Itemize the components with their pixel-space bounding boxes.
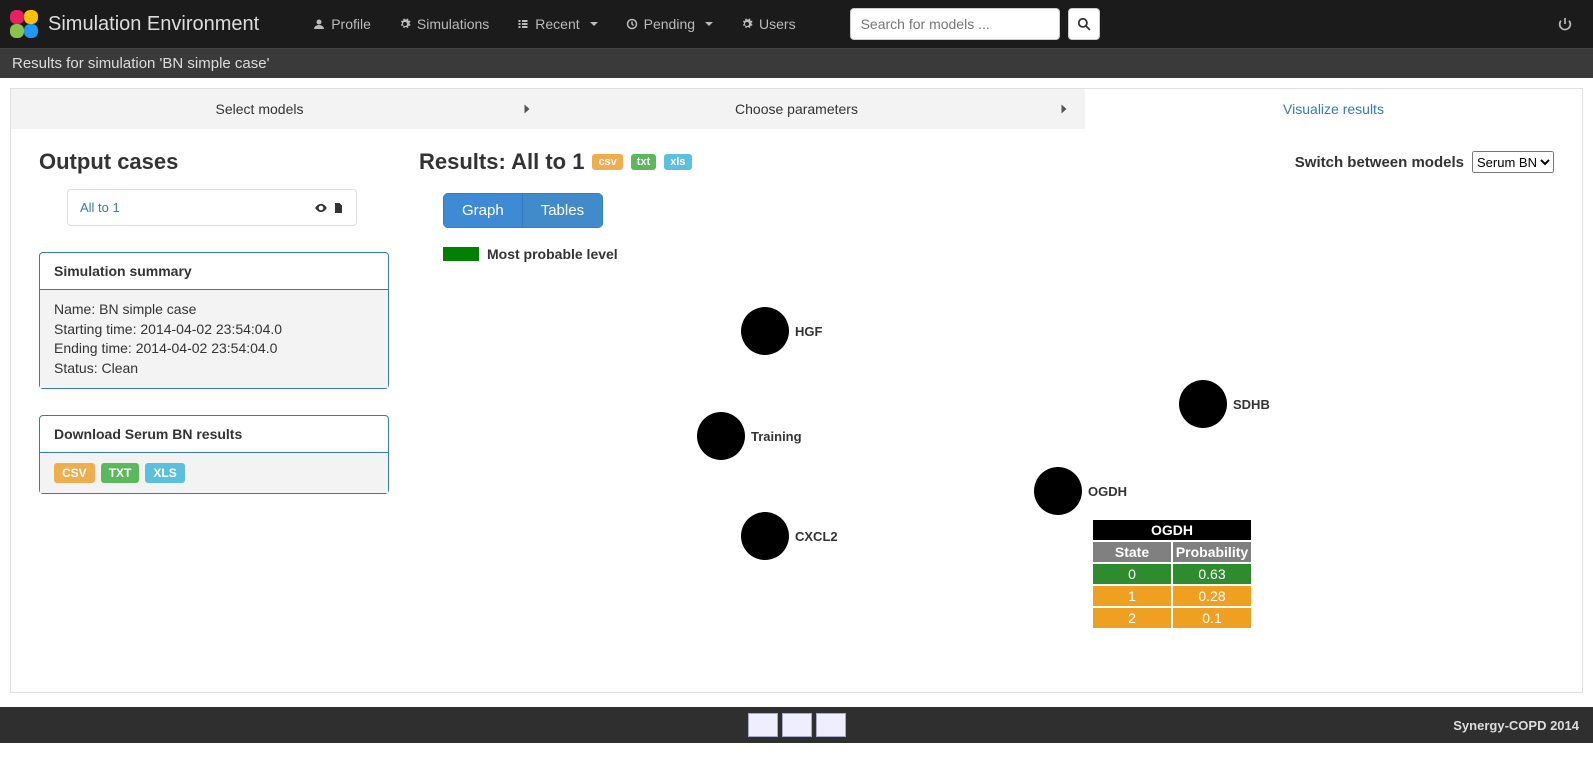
- search-icon: [1077, 17, 1091, 31]
- nav-simulations[interactable]: Simulations: [385, 2, 503, 46]
- brand-title: Simulation Environment: [48, 13, 259, 36]
- results-xls-badge[interactable]: xls: [664, 154, 691, 170]
- output-case-link[interactable]: All to 1: [80, 200, 120, 215]
- file-icon[interactable]: [332, 201, 344, 215]
- node-circle: [741, 307, 789, 355]
- summary-start: Starting time: 2014-04-02 23:54:04.0: [54, 320, 374, 340]
- prob-col-state: State: [1092, 541, 1172, 563]
- nav-links: Profile Simulations Recent Pending Users: [299, 2, 809, 46]
- summary-end: Ending time: 2014-04-02 23:54:04.0: [54, 339, 374, 359]
- switch-label: Switch between models: [1295, 154, 1464, 171]
- footer-text: Synergy-COPD 2014: [1453, 718, 1579, 733]
- nav-pending[interactable]: Pending: [612, 2, 727, 46]
- graph-edges: [419, 272, 719, 422]
- gear-icon: [399, 18, 411, 30]
- fp7-badge-icon: [782, 713, 812, 737]
- tab-tables[interactable]: Tables: [523, 193, 603, 228]
- subheader: Results for simulation 'BN simple case': [0, 48, 1593, 78]
- node-training[interactable]: Training: [697, 412, 802, 460]
- download-xls-button[interactable]: XLS: [145, 463, 184, 483]
- download-csv-button[interactable]: CSV: [54, 463, 95, 483]
- caret-down-icon: [590, 22, 598, 26]
- node-circle: [741, 512, 789, 560]
- wizard-step-visualize-results[interactable]: Visualize results: [1085, 89, 1582, 129]
- app-logo: [10, 10, 38, 38]
- node-label: OGDH: [1088, 484, 1127, 499]
- probability-table: OGDH State Probability 00.6310.2820.1: [1091, 518, 1253, 630]
- summary-status: Status: Clean: [54, 359, 374, 379]
- model-select[interactable]: Serum BN: [1472, 151, 1554, 173]
- nav-users-label: Users: [759, 16, 796, 32]
- power-button[interactable]: [1547, 6, 1583, 42]
- chevron-right-icon: [508, 89, 548, 129]
- node-cxcl2[interactable]: CXCL2: [741, 512, 838, 560]
- results-title: Results: All to 1 csv txt xls: [419, 149, 692, 175]
- prob-table-body: 00.6310.2820.1: [1092, 563, 1252, 629]
- node-label: HGF: [795, 324, 822, 339]
- node-circle: [1034, 467, 1082, 515]
- prob-col-prob: Probability: [1172, 541, 1252, 563]
- footer: Synergy-COPD 2014: [0, 707, 1593, 743]
- table-row: 20.1: [1092, 607, 1252, 629]
- download-results-panel: Download Serum BN results CSV TXT XLS: [39, 415, 389, 494]
- node-hgf[interactable]: HGF: [741, 307, 822, 355]
- tab-graph[interactable]: Graph: [443, 193, 523, 228]
- view-tabs: Graph Tables: [443, 193, 603, 228]
- caret-down-icon: [705, 22, 713, 26]
- nav-recent[interactable]: Recent: [503, 2, 611, 46]
- simulation-summary-panel: Simulation summary Name: BN simple case …: [39, 252, 389, 389]
- node-circle: [697, 412, 745, 460]
- table-row: 10.28: [1092, 585, 1252, 607]
- table-row: 00.63: [1092, 563, 1252, 585]
- node-sdhb[interactable]: SDHB: [1179, 380, 1270, 428]
- eye-icon[interactable]: [314, 201, 328, 215]
- gear-icon: [741, 18, 753, 30]
- node-circle: [1179, 380, 1227, 428]
- prob-table-title: OGDH: [1092, 519, 1252, 541]
- graph-canvas: HGF Training CXCL2 SDHB: [419, 272, 1554, 652]
- model-switch-group: Switch between models Serum BN: [1295, 151, 1554, 173]
- list-icon: [517, 18, 529, 30]
- output-case-item: All to 1: [67, 189, 357, 226]
- legend-swatch: [443, 247, 479, 261]
- nav-profile[interactable]: Profile: [299, 2, 385, 46]
- nav-simulations-label: Simulations: [417, 16, 489, 32]
- user-icon: [313, 18, 325, 30]
- results-csv-badge[interactable]: csv: [592, 154, 622, 170]
- clock-icon: [626, 18, 638, 30]
- node-ogdh[interactable]: OGDH: [1034, 467, 1127, 515]
- simulation-summary-title: Simulation summary: [40, 253, 388, 290]
- node-label: Training: [751, 429, 802, 444]
- top-navbar: Simulation Environment Profile Simulatio…: [0, 0, 1593, 48]
- wizard-steps: Select models Choose parameters Visualiz…: [11, 89, 1582, 129]
- output-cases-title: Output cases: [39, 149, 389, 175]
- nav-profile-label: Profile: [331, 16, 371, 32]
- nav-pending-label: Pending: [644, 16, 695, 32]
- legend-text: Most probable level: [487, 246, 618, 262]
- node-label: SDHB: [1233, 397, 1270, 412]
- download-txt-button[interactable]: TXT: [101, 463, 140, 483]
- chevron-right-icon: [1045, 89, 1085, 129]
- legend: Most probable level: [443, 246, 1554, 262]
- wizard-step-choose-parameters[interactable]: Choose parameters: [548, 89, 1045, 129]
- results-txt-badge[interactable]: txt: [631, 154, 656, 170]
- node-label: CXCL2: [795, 529, 838, 544]
- download-results-title: Download Serum BN results: [40, 416, 388, 453]
- summary-name: Name: BN simple case: [54, 300, 374, 320]
- eu-flag-icon: [748, 713, 778, 737]
- partner-badge-icon: [816, 713, 846, 737]
- wizard-step-select-models[interactable]: Select models: [11, 89, 508, 129]
- search-input[interactable]: [850, 8, 1060, 40]
- nav-recent-label: Recent: [535, 16, 579, 32]
- search-button[interactable]: [1068, 8, 1100, 40]
- nav-search-group: [850, 8, 1100, 40]
- nav-users[interactable]: Users: [727, 2, 810, 46]
- footer-badges: [748, 713, 846, 737]
